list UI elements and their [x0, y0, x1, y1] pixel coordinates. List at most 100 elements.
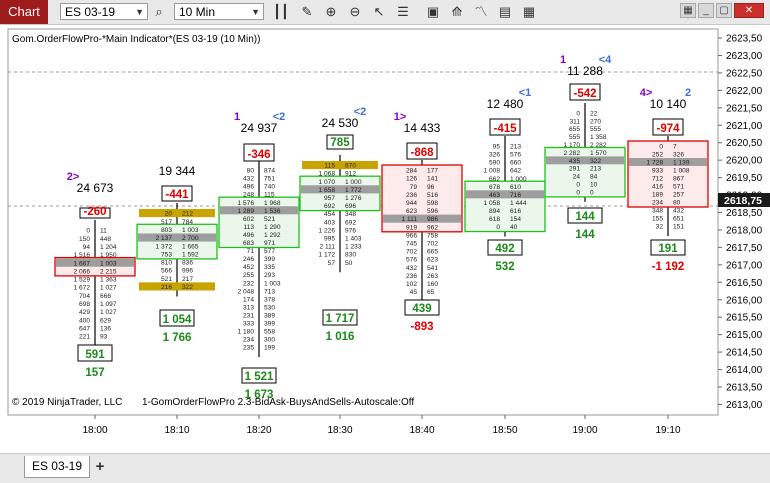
bar-delta: -346: [247, 149, 270, 161]
ask-volume: 65: [427, 289, 435, 296]
ask-volume: 136: [100, 325, 111, 332]
ask-volume: 830: [345, 252, 356, 259]
bid-volume: 94: [83, 244, 91, 251]
ask-volume: 1 444: [510, 200, 527, 207]
bid-volume: 647: [79, 325, 90, 332]
poc-highlight: [139, 209, 215, 218]
chart-panel[interactable]: 2623,50 2623,00 2622,50 2622,00 2621,50 2621,…: [0, 25, 770, 453]
ask-volume: 516: [427, 192, 438, 199]
maximize-button[interactable]: ▢: [716, 3, 732, 18]
ask-volume: 996: [182, 268, 193, 275]
bottom-cumulative-delta: -893: [410, 321, 433, 333]
ask-volume: 629: [100, 317, 111, 324]
bottom-cumulative-delta: 157: [85, 367, 104, 379]
ask-volume: 96: [427, 184, 435, 191]
price-tick-label: 2621,50: [726, 103, 763, 114]
ask-volume: 874: [264, 168, 275, 175]
bid-volume: 576: [406, 257, 417, 264]
templates-icon[interactable]: 〽: [472, 3, 490, 21]
bottom-cumulative-delta: -1 192: [652, 261, 685, 273]
search-icon[interactable]: ⌕: [150, 3, 168, 21]
tab-es-03-19[interactable]: ES 03-19: [24, 456, 90, 478]
bottom-cumulative-delta: 1 016: [326, 331, 355, 343]
bid-volume: 234: [243, 337, 254, 344]
ask-volume: 692: [345, 219, 356, 226]
bid-volume: 435: [569, 158, 580, 165]
orderflow-chart[interactable]: 2623,50 2623,00 2622,50 2622,00 2621,50 2621,…: [0, 25, 770, 453]
price-tick-label: 2621,00: [726, 121, 763, 132]
bar-delta: -542: [573, 88, 596, 100]
bid-volume: 966: [406, 232, 417, 239]
body-box-green: [464, 180, 546, 233]
close-button[interactable]: ✕: [734, 3, 764, 18]
data-box-icon[interactable]: ▤: [496, 3, 514, 21]
bid-volume: 115: [324, 163, 335, 170]
bid-volume: 252: [652, 152, 663, 159]
ask-volume: 962: [427, 224, 438, 231]
time-label: 18:10: [164, 425, 189, 436]
bar-total-volume: 12 480: [487, 97, 524, 111]
bid-volume: 1 070: [318, 179, 335, 186]
ask-volume: 867: [673, 176, 684, 183]
bar-type-icon[interactable]: ┃┃: [272, 3, 290, 21]
instrument-value: ES 03-19: [65, 5, 116, 19]
zoom-in-icon[interactable]: ⊕: [322, 3, 340, 21]
price-tick-label: 2623,00: [726, 51, 763, 62]
indicators-icon[interactable]: ▣: [424, 3, 442, 21]
cursor-icon[interactable]: ↖: [370, 3, 388, 21]
instrument-selector[interactable]: ES 03-19 ▼: [60, 3, 148, 20]
ask-volume: 213: [510, 144, 521, 151]
ask-volume: 616: [510, 208, 521, 215]
bid-volume: 2 111: [319, 244, 335, 251]
bid-volume: 745: [406, 241, 417, 248]
bid-volume: 463: [489, 192, 500, 199]
add-tab-button[interactable]: +: [92, 458, 108, 476]
ask-volume: 160: [427, 281, 438, 288]
ask-volume: 1 570: [590, 150, 607, 157]
bottom-cumulative-delta: 1 766: [163, 332, 192, 344]
ask-volume: 213: [590, 166, 601, 173]
price-tick-label: 2618,50: [726, 208, 763, 219]
bid-volume: 0: [659, 144, 663, 151]
max-volume-row: [138, 233, 216, 242]
bid-volume: 45: [410, 289, 418, 296]
properties-icon[interactable]: ☰: [394, 3, 412, 21]
bid-volume: 555: [569, 134, 580, 141]
zoom-out-icon[interactable]: ⊖: [346, 3, 364, 21]
ask-volume: 1 665: [182, 243, 199, 250]
bid-volume: 20: [165, 211, 173, 218]
ask-volume: 716: [510, 192, 521, 199]
ask-volume: 740: [264, 184, 275, 191]
body-box-red: [627, 140, 709, 208]
ask-volume: 378: [264, 296, 275, 303]
price-tick-label: 2623,50: [726, 34, 763, 45]
price-tick-label: 2613,50: [726, 383, 763, 394]
interval-selector[interactable]: 10 Min ▼: [174, 3, 264, 20]
time-label: 19:10: [655, 425, 680, 436]
ask-volume: 1 950: [100, 252, 117, 259]
ask-volume: 257: [673, 192, 684, 199]
minimize-button[interactable]: _: [698, 3, 714, 18]
ask-volume: 1 276: [345, 195, 362, 202]
pencil-icon[interactable]: ✎: [298, 3, 316, 21]
bid-volume: 1 058: [483, 200, 500, 207]
settings-button[interactable]: ▦: [680, 3, 696, 18]
bar-total-volume: 14 433: [404, 121, 441, 135]
bid-volume: 692: [324, 203, 335, 210]
chart-window-label[interactable]: Chart: [0, 0, 48, 24]
chevron-down-icon: ▼: [135, 7, 144, 17]
ask-volume: 541: [427, 265, 438, 272]
signal-label-secondary: <2: [273, 111, 286, 123]
bid-volume: 623: [406, 208, 417, 215]
price-tick-label: 2614,50: [726, 348, 763, 359]
ask-volume: 1 097: [100, 301, 117, 308]
bottom-box-value: 439: [412, 303, 431, 315]
ask-volume: 22: [590, 110, 598, 117]
ask-volume: 40: [510, 224, 518, 231]
strategies-icon[interactable]: ⟰: [448, 3, 466, 21]
ask-volume: 1 003: [264, 280, 281, 287]
bid-volume: 810: [161, 260, 172, 267]
grid-icon[interactable]: ▦: [520, 3, 538, 21]
bid-volume: 702: [406, 249, 417, 256]
max-volume-row: [383, 214, 461, 223]
